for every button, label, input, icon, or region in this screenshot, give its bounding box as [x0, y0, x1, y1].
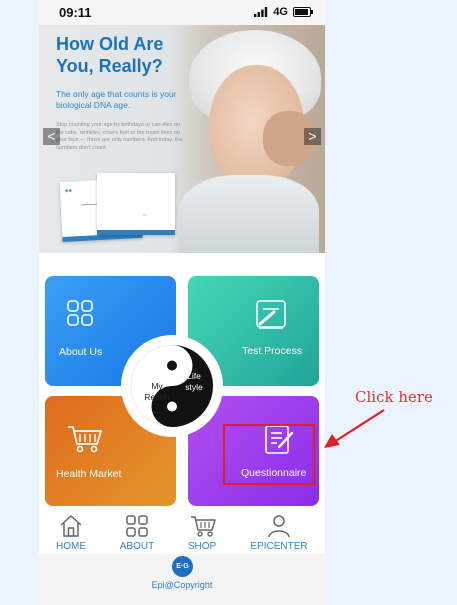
- questionnaire-highlight-box: [223, 424, 315, 485]
- epi-logo-icon: E·G: [172, 556, 193, 577]
- status-bar: 09:11 4G: [39, 0, 325, 25]
- signal-icon: [254, 7, 268, 17]
- about-us-label: About Us: [59, 346, 103, 358]
- user-icon: [268, 515, 290, 538]
- banner-title: How Old Are You, Really?: [56, 34, 164, 76]
- status-indicators: 4G: [254, 6, 313, 18]
- health-market-label: Health Market: [56, 468, 122, 480]
- nav-label-about: ABOUT: [119, 541, 155, 552]
- nav-label-home: HOME: [56, 541, 86, 552]
- banner-body: Stop counting your age by birthdays or c…: [56, 122, 183, 151]
- status-time: 09:11: [59, 5, 92, 20]
- report-logo-icon: ◉◉: [64, 187, 73, 193]
- shopping-cart-icon: [191, 516, 216, 537]
- shopping-cart-icon: [68, 426, 102, 453]
- grid-icon: [126, 515, 148, 537]
- hero-banner[interactable]: How Old Are You, Really? The only age th…: [39, 25, 325, 253]
- footer: E·G Epi@Copyright: [39, 554, 325, 605]
- home-icon: [60, 515, 82, 537]
- carousel-prev-button[interactable]: <: [43, 128, 60, 145]
- my-report-label[interactable]: My Report: [143, 381, 171, 403]
- nav-label-shop: SHOP: [187, 541, 217, 552]
- banner-subtitle: The only age that counts is your biologi…: [56, 89, 177, 110]
- report-booklet-back: ━━━: [97, 173, 175, 235]
- network-type: 4G: [273, 6, 288, 18]
- checklist-edit-icon: [256, 300, 286, 329]
- nav-label-epicenter: EPICENTER: [250, 541, 308, 552]
- lifestyle-label[interactable]: Life style: [179, 371, 209, 393]
- carousel-next-button[interactable]: >: [304, 128, 321, 145]
- callout-arrow-icon: [324, 409, 385, 448]
- bottom-nav: HOME ABOUT SHOP EPICENTER: [39, 510, 325, 554]
- grid-icon: [67, 300, 93, 326]
- battery-icon: [293, 7, 313, 17]
- copyright-text: Epi@Copyright: [151, 580, 213, 590]
- my-report-lifestyle-button[interactable]: My Report Life style: [121, 335, 223, 437]
- phone-screen: 09:11 4G How Old Are You, Really? The on…: [39, 0, 325, 605]
- test-process-label: Test Process: [242, 345, 303, 357]
